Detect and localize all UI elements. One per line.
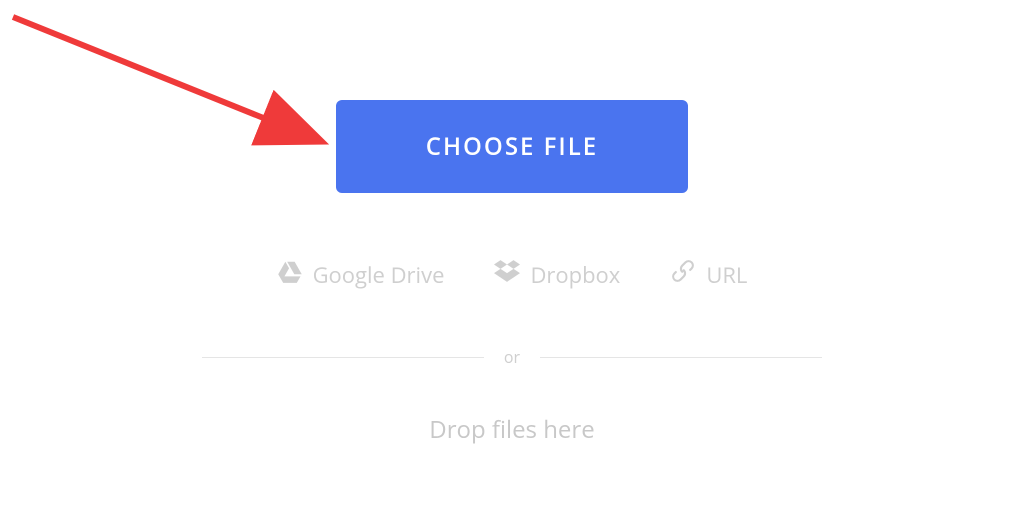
source-options: Google Drive Dropbox URL	[277, 258, 748, 291]
source-url[interactable]: URL	[670, 258, 747, 291]
divider: or	[202, 346, 822, 368]
link-icon	[670, 258, 696, 291]
source-label: Google Drive	[313, 260, 445, 290]
source-label: Dropbox	[530, 260, 620, 290]
source-label: URL	[706, 260, 747, 290]
source-google-drive[interactable]: Google Drive	[277, 258, 445, 291]
drop-zone-text[interactable]: Drop files here	[429, 413, 594, 446]
divider-line-right	[540, 357, 822, 358]
divider-line-left	[202, 357, 484, 358]
divider-or-label: or	[504, 346, 520, 368]
source-dropbox[interactable]: Dropbox	[494, 258, 620, 291]
choose-file-button[interactable]: CHOOSE FILE	[336, 100, 688, 193]
google-drive-icon	[277, 258, 303, 291]
dropbox-icon	[494, 258, 520, 291]
